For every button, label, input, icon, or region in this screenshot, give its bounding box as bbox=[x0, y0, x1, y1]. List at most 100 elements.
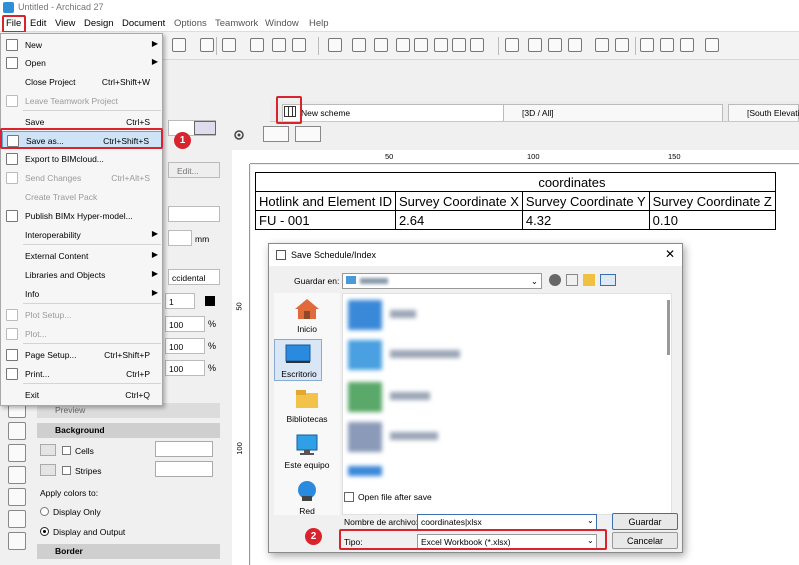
cells-checkbox[interactable] bbox=[62, 446, 71, 455]
mirror-icon[interactable] bbox=[434, 38, 448, 52]
percent-field-3[interactable]: 100 bbox=[165, 360, 205, 376]
lock-icon[interactable] bbox=[328, 38, 342, 52]
menu-help[interactable]: Help bbox=[309, 18, 329, 29]
place-escritorio[interactable]: Escritorio bbox=[274, 339, 322, 381]
scrollbar[interactable] bbox=[667, 300, 670, 355]
cloud-icon[interactable] bbox=[705, 38, 719, 52]
tool-icon[interactable] bbox=[8, 444, 26, 462]
tool-icon[interactable] bbox=[8, 510, 26, 528]
menu-item-leave-teamwork[interactable]: Leave Teamwork Project bbox=[2, 92, 162, 110]
size-field[interactable] bbox=[168, 230, 192, 246]
marquee-tool-icon[interactable] bbox=[200, 38, 214, 52]
menu-item-close-project[interactable]: Close Project Ctrl+Shift+W bbox=[2, 73, 162, 91]
close-icon[interactable]: ✕ bbox=[665, 247, 675, 261]
style-dropdown[interactable] bbox=[168, 206, 220, 222]
menu-window[interactable]: Window bbox=[265, 18, 299, 29]
menu-teamwork[interactable]: Teamwork bbox=[215, 18, 258, 29]
group-icon[interactable] bbox=[352, 38, 366, 52]
tab-3d-all[interactable]: [3D / All] bbox=[503, 104, 723, 121]
menu-item-travel-pack[interactable]: Create Travel Pack bbox=[2, 188, 162, 206]
menu-design[interactable]: Design bbox=[84, 18, 114, 29]
cells-color-field[interactable] bbox=[155, 441, 213, 457]
menu-item-new[interactable]: New ▶ bbox=[2, 36, 162, 54]
menu-item-plot[interactable]: Plot... bbox=[2, 325, 162, 343]
fit-view-button[interactable] bbox=[263, 126, 289, 142]
percent-field-1[interactable]: 100 bbox=[165, 316, 205, 332]
open-after-save-checkbox[interactable] bbox=[344, 492, 354, 502]
menu-item-open[interactable]: Open ▶ bbox=[2, 54, 162, 72]
border-section[interactable]: Border bbox=[37, 544, 220, 559]
place-este-equipo[interactable]: Este equipo bbox=[274, 431, 340, 473]
stripes-color-field[interactable] bbox=[155, 461, 213, 477]
display-only-radio[interactable] bbox=[40, 507, 49, 516]
menu-item-send-changes[interactable]: Send Changes Ctrl+Alt+S bbox=[2, 169, 162, 187]
stripes-checkbox[interactable] bbox=[62, 466, 71, 475]
guide-icon[interactable] bbox=[250, 38, 264, 52]
place-inicio[interactable]: Inicio bbox=[274, 295, 340, 337]
split-icon[interactable] bbox=[595, 38, 609, 52]
scissors-icon[interactable] bbox=[505, 38, 519, 52]
tool-icon[interactable] bbox=[8, 532, 26, 550]
new-folder-icon[interactable] bbox=[583, 274, 595, 286]
save-button[interactable]: Guardar bbox=[612, 513, 678, 530]
menu-document[interactable]: Document bbox=[122, 18, 165, 29]
tab-south-elevation[interactable]: [South Elevation bbox=[728, 104, 799, 121]
menu-item-print[interactable]: Print... Ctrl+P bbox=[2, 365, 162, 383]
list-item[interactable] bbox=[348, 296, 668, 332]
list-item[interactable] bbox=[348, 378, 668, 414]
place-red[interactable]: Red bbox=[274, 477, 340, 519]
filename-input[interactable]: coordinates|xlsx bbox=[417, 514, 597, 530]
menu-edit[interactable]: Edit bbox=[30, 18, 46, 29]
resize-icon[interactable] bbox=[615, 38, 629, 52]
marker-icon[interactable] bbox=[680, 38, 694, 52]
view-menu-icon[interactable] bbox=[600, 274, 616, 286]
triangle-icon[interactable] bbox=[470, 38, 484, 52]
menu-view[interactable]: View bbox=[55, 18, 75, 29]
menu-item-info[interactable]: Info ▶ bbox=[2, 285, 162, 303]
suspend-group-icon[interactable] bbox=[374, 38, 388, 52]
flag-icon[interactable] bbox=[640, 38, 654, 52]
pen-dropdown[interactable]: ccidental bbox=[168, 269, 220, 285]
chevron-down-icon[interactable]: ⌄ bbox=[587, 516, 594, 525]
menu-item-external-content[interactable]: External Content ▶ bbox=[2, 247, 162, 265]
menu-item-interoperability[interactable]: Interoperability ▶ bbox=[2, 226, 162, 244]
transform-icon[interactable] bbox=[414, 38, 428, 52]
tool-icon[interactable] bbox=[8, 488, 26, 506]
flag-2-icon[interactable] bbox=[660, 38, 674, 52]
elevate-icon[interactable] bbox=[452, 38, 466, 52]
back-icon[interactable] bbox=[549, 274, 561, 286]
tool-icon[interactable] bbox=[8, 466, 26, 484]
settings-gear-icon[interactable] bbox=[232, 128, 250, 142]
cancel-button[interactable]: Cancelar bbox=[612, 532, 678, 549]
percent-field-2[interactable]: 100 bbox=[165, 338, 205, 354]
background-section[interactable]: Background bbox=[37, 423, 220, 438]
edit-button[interactable]: Edit... bbox=[168, 162, 220, 178]
zoom-button[interactable] bbox=[295, 126, 321, 142]
list-item[interactable] bbox=[348, 336, 668, 372]
menu-item-publish-bimx[interactable]: Publish BIMx Hyper-model... bbox=[2, 207, 162, 225]
grid-icon[interactable] bbox=[222, 38, 236, 52]
menu-item-export-bimcloud[interactable]: Export to BIMcloud... bbox=[2, 150, 162, 168]
display-output-radio[interactable] bbox=[40, 527, 49, 536]
arrow-tool-icon[interactable] bbox=[172, 38, 186, 52]
color-swatch[interactable] bbox=[205, 296, 215, 306]
tool-icon[interactable] bbox=[8, 422, 26, 440]
snap-icon[interactable] bbox=[272, 38, 286, 52]
list-item[interactable] bbox=[348, 458, 668, 494]
list-item[interactable] bbox=[348, 418, 668, 454]
table-icon[interactable] bbox=[194, 121, 216, 135]
menu-item-plot-setup[interactable]: Plot Setup... bbox=[2, 306, 162, 324]
move-icon[interactable] bbox=[396, 38, 410, 52]
menu-item-libraries-objects[interactable]: Libraries and Objects ▶ bbox=[2, 266, 162, 284]
menu-item-exit[interactable]: Exit Ctrl+Q bbox=[2, 386, 162, 404]
menu-item-page-setup[interactable]: Page Setup... Ctrl+Shift+P bbox=[2, 346, 162, 364]
tab-new-scheme[interactable]: New scheme bbox=[282, 104, 512, 121]
menu-options[interactable]: Options bbox=[174, 18, 207, 29]
number-field[interactable]: 1 bbox=[165, 293, 195, 309]
up-folder-icon[interactable] bbox=[566, 274, 578, 286]
intersect-icon[interactable] bbox=[548, 38, 562, 52]
save-in-dropdown[interactable]: ⌄ bbox=[342, 273, 542, 289]
trim-icon[interactable] bbox=[528, 38, 542, 52]
place-bibliotecas[interactable]: Bibliotecas bbox=[274, 385, 340, 427]
layer-icon[interactable] bbox=[292, 38, 306, 52]
